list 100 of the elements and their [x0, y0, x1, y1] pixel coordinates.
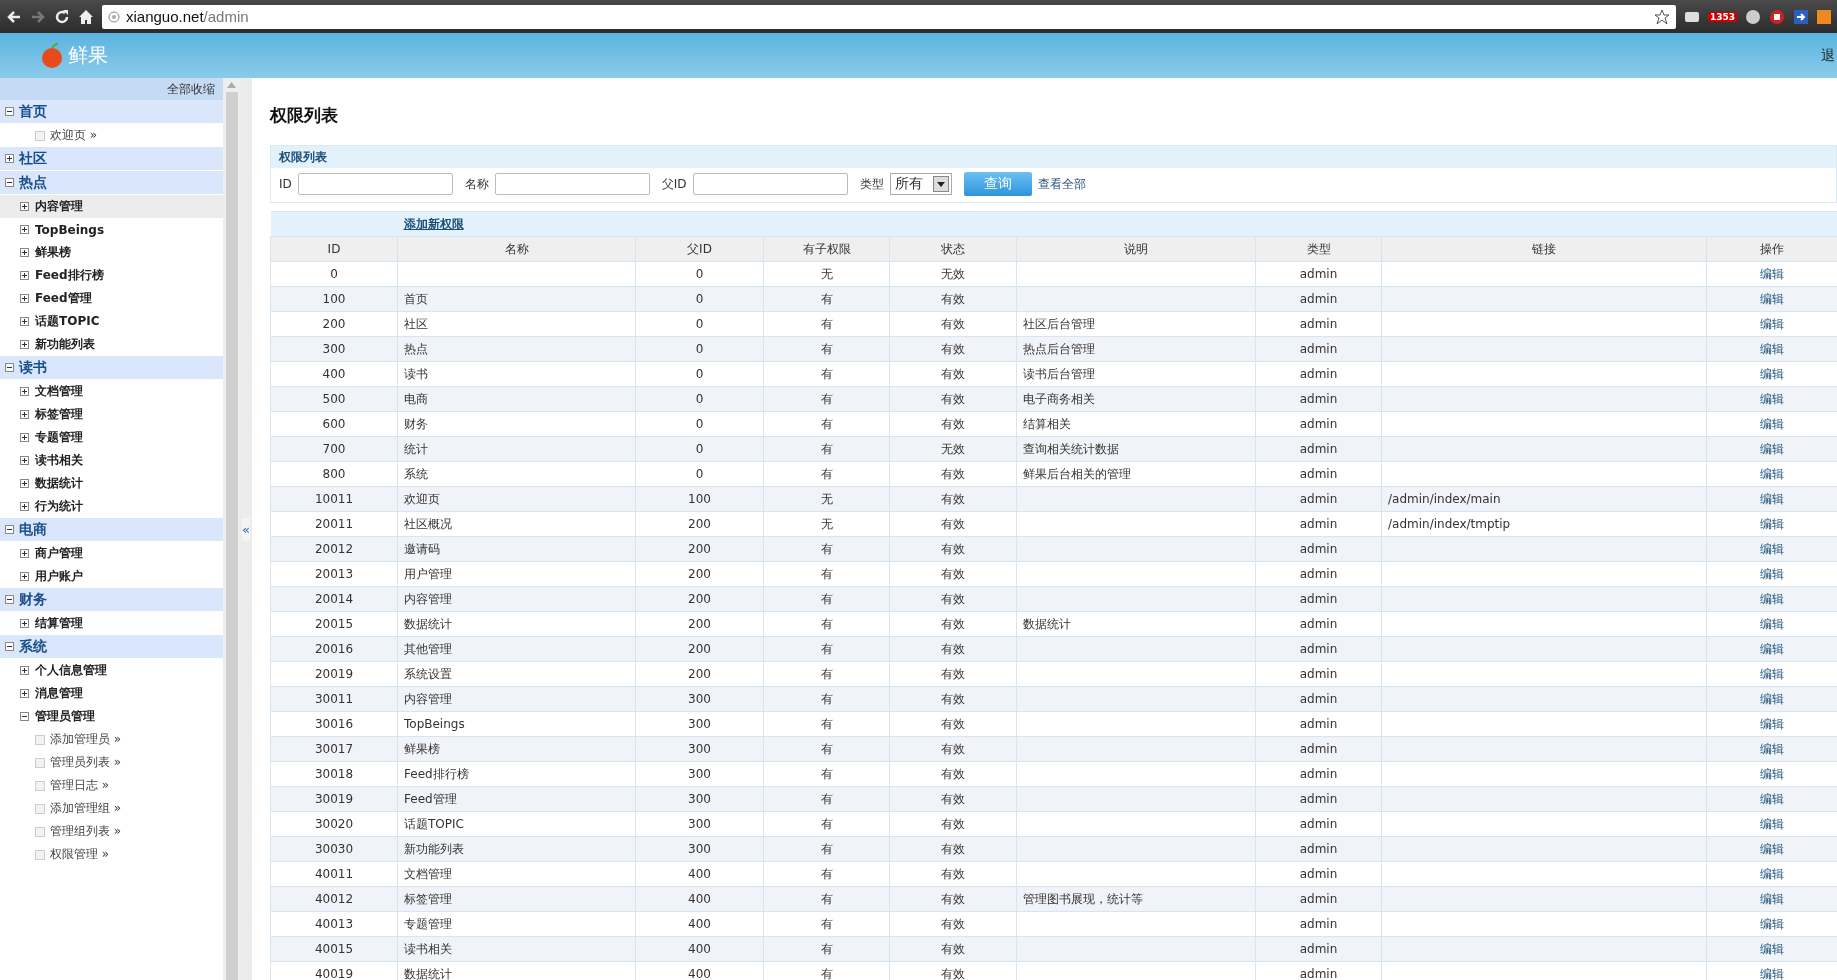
edit-link[interactable]: 编辑: [1760, 391, 1784, 406]
sidebar-item[interactable]: 内容管理: [0, 195, 223, 218]
edit-link[interactable]: 编辑: [1760, 891, 1784, 906]
collapse-icon[interactable]: [5, 525, 14, 534]
edit-link[interactable]: 编辑: [1760, 466, 1784, 481]
sidebar-item[interactable]: 文档管理: [0, 380, 223, 403]
sidebar-item[interactable]: 个人信息管理: [0, 659, 223, 682]
edit-link[interactable]: 编辑: [1760, 491, 1784, 506]
sidebar-link[interactable]: 欢迎页 »: [0, 124, 223, 147]
home-icon[interactable]: [78, 8, 94, 25]
edit-link[interactable]: 编辑: [1760, 616, 1784, 631]
expand-icon[interactable]: [20, 689, 29, 698]
edit-link[interactable]: 编辑: [1760, 816, 1784, 831]
edit-link[interactable]: 编辑: [1760, 866, 1784, 881]
collapse-icon[interactable]: [20, 712, 29, 721]
collapse-handle[interactable]: «: [242, 517, 250, 541]
header-link[interactable]: 退: [1821, 46, 1837, 65]
edit-link[interactable]: 编辑: [1760, 766, 1784, 781]
sidebar-group[interactable]: 首页: [0, 100, 223, 124]
star-icon[interactable]: [1653, 8, 1670, 25]
edit-link[interactable]: 编辑: [1760, 941, 1784, 956]
expand-icon[interactable]: [5, 154, 14, 163]
edit-link[interactable]: 编辑: [1760, 666, 1784, 681]
edit-link[interactable]: 编辑: [1760, 641, 1784, 656]
sidebar-item[interactable]: 鲜果榜: [0, 241, 223, 264]
sidebar-item[interactable]: TopBeings: [0, 218, 223, 241]
sidebar-item[interactable]: 结算管理: [0, 612, 223, 635]
sidebar-item[interactable]: 用户账户: [0, 565, 223, 588]
expand-icon[interactable]: [20, 248, 29, 257]
input-field[interactable]: [494, 173, 650, 195]
sidebar-group[interactable]: 读书: [0, 356, 223, 380]
edit-link[interactable]: 编辑: [1760, 416, 1784, 431]
expand-icon[interactable]: [20, 202, 29, 211]
collapse-all-link[interactable]: 全部收缩: [167, 82, 215, 96]
sidebar-item[interactable]: 消息管理: [0, 682, 223, 705]
edit-link[interactable]: 编辑: [1760, 366, 1784, 381]
expand-icon[interactable]: [20, 410, 29, 419]
expand-icon[interactable]: [20, 666, 29, 675]
expand-icon[interactable]: [20, 456, 29, 465]
back-icon[interactable]: [6, 8, 22, 25]
expand-icon[interactable]: [20, 225, 29, 234]
sidebar-group[interactable]: 电商: [0, 518, 223, 542]
edit-link[interactable]: 编辑: [1760, 591, 1784, 606]
sidebar-group[interactable]: 系统: [0, 635, 223, 659]
edit-link[interactable]: 编辑: [1760, 791, 1784, 806]
edit-link[interactable]: 编辑: [1760, 516, 1784, 531]
forward-icon[interactable]: [30, 8, 46, 25]
scrollbar[interactable]: [223, 78, 240, 980]
expand-icon[interactable]: [20, 619, 29, 628]
sidebar-link[interactable]: 管理日志 »: [0, 774, 223, 797]
add-permission-link[interactable]: 添加新权限: [403, 216, 464, 231]
edit-link[interactable]: 编辑: [1760, 566, 1784, 581]
edit-link[interactable]: 编辑: [1760, 316, 1784, 331]
edit-link[interactable]: 编辑: [1760, 266, 1784, 281]
expand-icon[interactable]: [20, 502, 29, 511]
sidebar-item[interactable]: Feed管理: [0, 287, 223, 310]
address-bar[interactable]: xianguo.net/admin: [102, 4, 1676, 29]
sidebar-item[interactable]: 行为统计: [0, 495, 223, 518]
expand-icon[interactable]: [20, 340, 29, 349]
expand-icon[interactable]: [20, 433, 29, 442]
sidebar-item[interactable]: 读书相关: [0, 449, 223, 472]
collapse-icon[interactable]: [5, 642, 14, 651]
expand-icon[interactable]: [20, 294, 29, 303]
sidebar-link[interactable]: 添加管理组 »: [0, 797, 223, 820]
sidebar-item[interactable]: 标签管理: [0, 403, 223, 426]
reload-icon[interactable]: [54, 8, 70, 25]
collapse-icon[interactable]: [5, 107, 14, 116]
sidebar-item[interactable]: 商户管理: [0, 542, 223, 565]
edit-link[interactable]: 编辑: [1760, 291, 1784, 306]
stop-icon[interactable]: [1769, 8, 1785, 25]
edit-link[interactable]: 编辑: [1760, 691, 1784, 706]
expand-icon[interactable]: [20, 479, 29, 488]
sidebar-link[interactable]: 管理员列表 »: [0, 751, 223, 774]
edit-link[interactable]: 编辑: [1760, 541, 1784, 556]
expand-icon[interactable]: [20, 387, 29, 396]
edit-link[interactable]: 编辑: [1760, 341, 1784, 356]
sidebar-item[interactable]: 数据统计: [0, 472, 223, 495]
sidebar-item[interactable]: Feed排行榜: [0, 264, 223, 287]
type-dropdown[interactable]: 所有: [889, 173, 952, 195]
view-all-link[interactable]: 查看全部: [1037, 175, 1086, 193]
sidebar-item[interactable]: 管理员管理: [0, 705, 223, 728]
expand-icon[interactable]: [20, 572, 29, 581]
edit-link[interactable]: 编辑: [1760, 741, 1784, 756]
sidebar-item[interactable]: 新功能列表: [0, 333, 223, 356]
sidebar-item[interactable]: 专题管理: [0, 426, 223, 449]
collapse-icon[interactable]: [5, 363, 14, 372]
edit-link[interactable]: 编辑: [1760, 441, 1784, 456]
rss-icon[interactable]: [1817, 8, 1831, 25]
sidebar-group[interactable]: 财务: [0, 588, 223, 612]
expand-icon[interactable]: [20, 549, 29, 558]
edit-link[interactable]: 编辑: [1760, 966, 1784, 980]
input-field[interactable]: [297, 173, 453, 195]
expand-icon[interactable]: [20, 271, 29, 280]
sidebar-link[interactable]: 添加管理员 »: [0, 728, 223, 751]
input-field[interactable]: [692, 173, 848, 195]
collapse-icon[interactable]: [5, 595, 14, 604]
sidebar-link[interactable]: 权限管理 »: [0, 843, 223, 866]
edit-link[interactable]: 编辑: [1760, 716, 1784, 731]
sidebar-item[interactable]: 话题TOPIC: [0, 310, 223, 333]
sidebar-link[interactable]: 管理组列表 »: [0, 820, 223, 843]
